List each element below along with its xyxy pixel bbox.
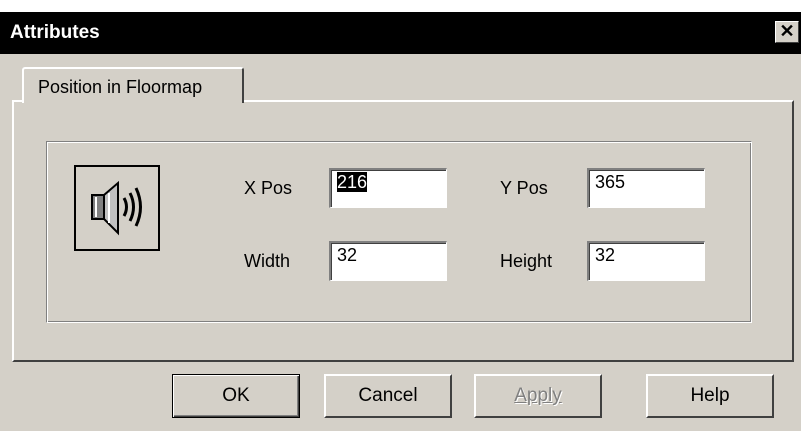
ok-label: OK — [222, 385, 250, 406]
close-icon: ✕ — [779, 21, 795, 41]
height-label: Height — [500, 251, 553, 271]
y-pos-value: 365 — [595, 172, 626, 192]
apply-button[interactable]: Apply — [474, 374, 602, 418]
height-field[interactable]: 32 — [587, 241, 705, 281]
ok-button[interactable]: OK — [172, 374, 300, 418]
width-field[interactable]: 32 — [329, 241, 447, 281]
title-bar[interactable] — [0, 12, 801, 54]
cancel-button[interactable]: Cancel — [324, 374, 452, 418]
top-strip — [0, 0, 801, 12]
help-button[interactable]: Help — [646, 374, 774, 418]
x-pos-label: X Pos — [244, 178, 293, 198]
apply-label: Apply — [514, 385, 562, 406]
attributes-dialog: Attributes ✕ Position in Floormap X Pos … — [0, 0, 801, 431]
help-label: Help — [690, 385, 730, 406]
cancel-label: Cancel — [358, 385, 418, 406]
width-label: Width — [244, 251, 291, 271]
tab-label: Position in Floormap — [38, 77, 203, 97]
x-pos-value: 216 — [337, 172, 368, 192]
tab-position-in-floormap[interactable]: Position in Floormap — [22, 67, 244, 103]
y-pos-label: Y Pos — [500, 178, 548, 198]
y-pos-field[interactable]: 365 — [587, 168, 705, 208]
width-value: 32 — [337, 245, 358, 265]
height-value: 32 — [595, 245, 616, 265]
close-button[interactable]: ✕ — [775, 21, 799, 43]
speaker-icon — [74, 165, 160, 251]
x-pos-field[interactable]: 216 — [329, 168, 447, 208]
window-title: Attributes — [10, 22, 100, 43]
